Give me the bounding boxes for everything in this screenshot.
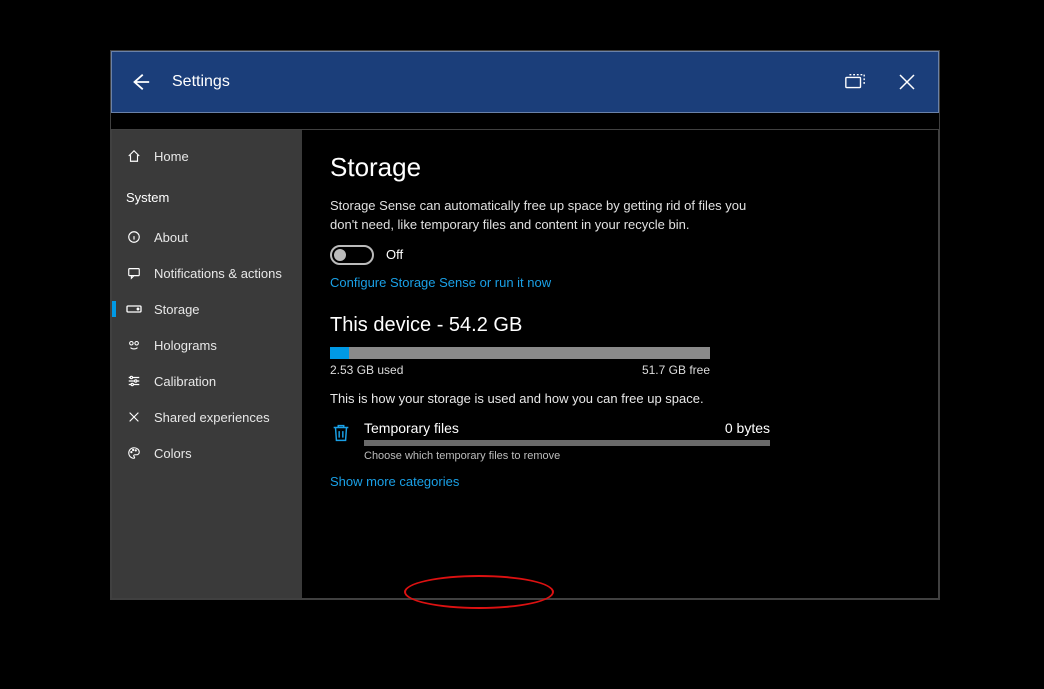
sliders-icon — [126, 373, 142, 389]
settings-window: Settings Home System About — [110, 50, 940, 600]
hologram-icon — [126, 337, 142, 353]
back-button[interactable] — [126, 68, 154, 96]
sidebar-item-label: Notifications & actions — [154, 266, 282, 281]
sidebar-item-label: Storage — [154, 302, 200, 317]
sidebar-item-label: Holograms — [154, 338, 217, 353]
sidebar-home[interactable]: Home — [112, 138, 302, 174]
storage-used-label: 2.53 GB used — [330, 363, 403, 377]
sidebar-item-label: Calibration — [154, 374, 216, 389]
storage-usage-bar-used — [330, 347, 349, 359]
close-button[interactable] — [890, 65, 924, 99]
category-bar — [364, 440, 770, 446]
sidebar-item-colors[interactable]: Colors — [112, 435, 302, 471]
category-subtext: Choose which temporary files to remove — [364, 450, 770, 462]
sidebar-item-storage[interactable]: Storage — [112, 291, 302, 327]
main-content: Storage Storage Sense can automatically … — [302, 130, 938, 598]
drive-icon — [126, 301, 142, 317]
trash-icon — [330, 422, 352, 444]
window-body: Home System About Notifications & action… — [111, 129, 939, 599]
storage-usage-bar — [330, 347, 710, 359]
hololens-follow-icon[interactable] — [838, 65, 872, 99]
sidebar-section-header: System — [112, 180, 302, 215]
titlebar: Settings — [111, 51, 939, 113]
sidebar-item-calibration[interactable]: Calibration — [112, 363, 302, 399]
device-heading: This device - 54.2 GB — [330, 314, 910, 337]
message-icon — [126, 265, 142, 281]
storage-sense-toggle[interactable] — [330, 245, 374, 265]
sidebar-item-holograms[interactable]: Holograms — [112, 327, 302, 363]
share-icon — [126, 409, 142, 425]
category-temporary-files[interactable]: Temporary files 0 bytes Choose which tem… — [330, 420, 770, 462]
storage-sense-description: Storage Sense can automatically free up … — [330, 197, 760, 235]
sidebar: Home System About Notifications & action… — [112, 130, 302, 598]
storage-sense-toggle-label: Off — [386, 247, 403, 262]
page-heading: Storage — [330, 152, 910, 183]
category-size: 0 bytes — [725, 420, 770, 436]
storage-free-label: 51.7 GB free — [642, 363, 710, 377]
sidebar-item-notifications[interactable]: Notifications & actions — [112, 255, 302, 291]
sidebar-item-about[interactable]: About — [112, 219, 302, 255]
show-more-categories-link[interactable]: Show more categories — [330, 474, 459, 489]
sidebar-item-label: Colors — [154, 446, 192, 461]
category-name: Temporary files — [364, 420, 459, 436]
info-icon — [126, 229, 142, 245]
storage-usage-description: This is how your storage is used and how… — [330, 391, 910, 406]
configure-storage-sense-link[interactable]: Configure Storage Sense or run it now — [330, 275, 551, 290]
sidebar-item-label: Shared experiences — [154, 410, 270, 425]
home-icon — [126, 148, 142, 164]
palette-icon — [126, 445, 142, 461]
sidebar-home-label: Home — [154, 149, 189, 164]
window-title: Settings — [172, 73, 230, 91]
sidebar-item-shared-experiences[interactable]: Shared experiences — [112, 399, 302, 435]
sidebar-item-label: About — [154, 230, 188, 245]
